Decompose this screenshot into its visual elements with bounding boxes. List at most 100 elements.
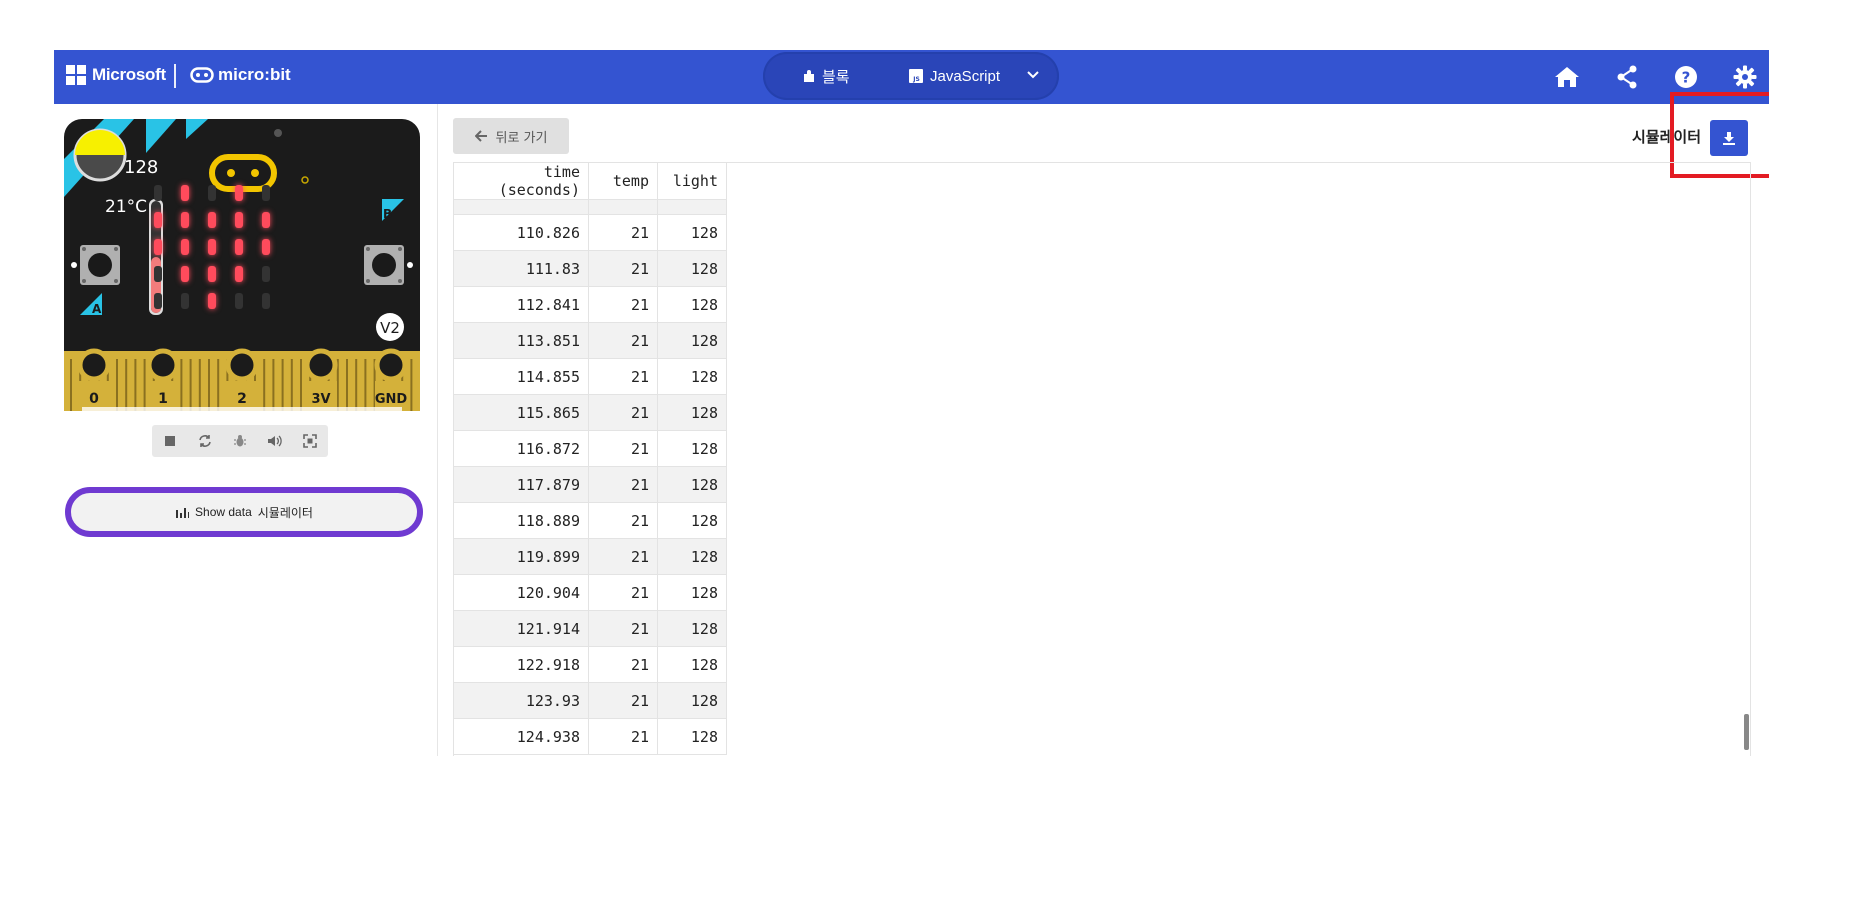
data-view: 뒤로 가기 시뮬레이터 time (seconds) temp light 11… [438, 92, 1769, 756]
edge-tooth [143, 359, 146, 411]
led-off [262, 185, 270, 201]
button-b-label: B [383, 207, 392, 221]
pin-gnd[interactable]: GND [374, 348, 408, 411]
edge-tooth [300, 359, 302, 411]
led-off [181, 293, 189, 309]
cell-light: 128 [657, 718, 727, 755]
gear-icon [1733, 65, 1757, 89]
table-scrollbar[interactable] [1744, 714, 1749, 750]
microbit-icon [190, 67, 214, 83]
microsoft-grid-icon [66, 65, 86, 85]
table-row: 115.865 21 128 [454, 394, 727, 431]
table-row: 118.889 21 128 [454, 502, 727, 539]
cell-time: 124.938 [454, 718, 589, 755]
microsoft-label: Microsoft [92, 65, 166, 84]
edge-tooth [346, 359, 348, 411]
edge-tooth [125, 359, 128, 411]
tab-blocks-label: 블록 [822, 68, 850, 86]
table-header-row: time (seconds) temp light [454, 163, 727, 200]
cell-time: 123.93 [454, 682, 589, 719]
show-data-label: Show data [195, 505, 252, 519]
cell-temp: 21 [588, 394, 658, 431]
pin-3v[interactable]: 3V [304, 348, 338, 411]
table-body: 110.826 21 128 111.83 21 128 112.841 21 128 113.8… [454, 199, 727, 755]
fullscreen-button[interactable] [296, 427, 324, 455]
temperature-value: 21°C [105, 197, 147, 217]
cell-time: 121.914 [454, 610, 589, 647]
arrow-left-icon [474, 130, 487, 142]
light-level-value: 128 [124, 157, 158, 178]
edge-tooth [217, 359, 220, 411]
makecode-app: Microsoft micro:bit 블록 JS JavaScript ? 1… [54, 50, 1769, 756]
tab-blocks[interactable]: 블록 [803, 64, 850, 88]
share-button[interactable] [1612, 62, 1642, 92]
cell-time: 114.855 [454, 358, 589, 395]
led-on [235, 266, 243, 282]
help-icon: ? [1675, 66, 1697, 88]
led-on [181, 212, 189, 228]
cell-temp: 21 [588, 322, 658, 359]
pin-2[interactable]: 2 [225, 348, 259, 411]
table-row: 122.918 21 128 [454, 646, 727, 683]
cell-temp: 21 [588, 718, 658, 755]
debug-button[interactable] [226, 427, 254, 455]
cell-time: 111.83 [454, 250, 589, 287]
led-on [235, 239, 243, 255]
table-row: 119.899 21 128 [454, 538, 727, 575]
edge-tooth [410, 359, 413, 411]
mute-button[interactable] [261, 427, 289, 455]
edge-tooth [198, 359, 201, 411]
pin-label: 2 [237, 391, 247, 407]
led-off [235, 293, 243, 309]
microbit-logo[interactable]: micro:bit [190, 65, 291, 85]
pin-1[interactable]: 1 [146, 348, 180, 411]
top-bar: Microsoft micro:bit 블록 JS JavaScript ? [54, 50, 1769, 104]
tab-javascript[interactable]: JS JavaScript [909, 64, 1000, 88]
cell-temp: 21 [588, 610, 658, 647]
edge-tooth [180, 359, 183, 411]
cell-temp: 21 [588, 430, 658, 467]
back-button[interactable]: 뒤로 가기 [453, 118, 569, 154]
led-on [235, 212, 243, 228]
table-row: 124.938 21 128 [454, 718, 727, 755]
cell-light: 128 [657, 646, 727, 683]
cell-time: 116.872 [454, 430, 589, 467]
show-data-button[interactable]: Show data 시뮬레이터 [65, 487, 423, 537]
share-icon [1617, 65, 1637, 89]
stop-button[interactable] [156, 427, 184, 455]
microsoft-logo[interactable]: Microsoft [66, 65, 166, 85]
light-sensor[interactable] [73, 128, 127, 182]
button-a[interactable] [80, 245, 120, 285]
led-on [262, 239, 270, 255]
table-row-partial [454, 199, 727, 215]
microbit-board[interactable]: 128 21°C A B V2 0 1 2 3V GND [64, 119, 420, 411]
cell-temp: 21 [588, 574, 658, 611]
edge-dot [407, 262, 413, 268]
restart-button[interactable] [191, 427, 219, 455]
show-data-source: 시뮬레이터 [257, 505, 313, 520]
cell-light: 128 [657, 538, 727, 575]
cell-temp: 21 [588, 646, 658, 683]
table-row: 112.841 21 128 [454, 286, 727, 323]
home-button[interactable] [1552, 62, 1582, 92]
cell-time: 112.841 [454, 286, 589, 323]
cell-temp: 21 [588, 538, 658, 575]
pin-hole [374, 348, 408, 382]
microbit-label: micro:bit [218, 65, 291, 84]
led-on [208, 266, 216, 282]
table-row: 120.904 21 128 [454, 574, 727, 611]
settings-button[interactable] [1730, 62, 1760, 92]
cell-light: 128 [657, 214, 727, 251]
editor-dropdown[interactable] [1025, 66, 1041, 86]
debug-icon [233, 435, 246, 447]
home-icon [1555, 67, 1579, 87]
cell-temp: 21 [588, 286, 658, 323]
data-table: time (seconds) temp light 110.826 21 128 11… [454, 163, 727, 755]
table-row: 116.872 21 128 [454, 430, 727, 467]
led-on [181, 239, 189, 255]
button-b[interactable] [364, 245, 404, 285]
help-button[interactable]: ? [1671, 62, 1701, 92]
chevron-down-icon [1027, 71, 1039, 79]
pin-0[interactable]: 0 [77, 348, 111, 411]
cell-temp: 21 [588, 214, 658, 251]
